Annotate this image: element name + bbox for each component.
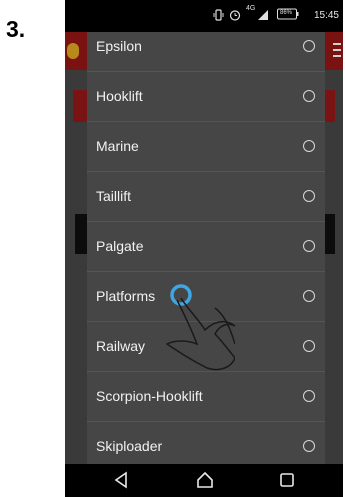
list-item-epsilon[interactable]: Epsilon — [87, 32, 325, 72]
overflow-menu-icon[interactable] — [333, 40, 341, 65]
radio-button[interactable] — [303, 390, 315, 402]
alarm-icon — [229, 9, 241, 24]
radio-button[interactable] — [303, 240, 315, 252]
list-item-hooklift[interactable]: Hooklift — [87, 72, 325, 122]
step-label: 3. — [6, 16, 26, 42]
list-item-marine[interactable]: Marine — [87, 122, 325, 172]
app-logo-icon — [67, 43, 79, 59]
radio-button[interactable] — [303, 90, 315, 102]
list-item-railway[interactable]: Railway — [87, 322, 325, 372]
list-item-scorpion-hooklift[interactable]: Scorpion-Hooklift — [87, 372, 325, 422]
vibrate-icon — [213, 9, 224, 24]
list-item-label: Hooklift — [96, 88, 143, 104]
navigation-bar — [65, 464, 343, 497]
recents-icon[interactable] — [279, 471, 295, 494]
list-item-skiploader[interactable]: Skiploader — [87, 422, 325, 464]
radio-button[interactable] — [303, 440, 315, 452]
list-item-label: Platforms — [96, 288, 156, 304]
list-item-platforms[interactable]: Platforms — [87, 272, 325, 322]
signal-icon — [257, 9, 269, 24]
radio-button[interactable] — [303, 40, 315, 52]
list-item-label: Taillift — [96, 188, 132, 204]
battery-percent: 86% — [280, 10, 293, 16]
status-bar: 4G 86% 15:45 — [65, 0, 343, 32]
vehicle-type-dialog: Epsilon Hooklift Marine Taillift Palgate… — [87, 32, 325, 464]
home-icon[interactable] — [196, 471, 214, 494]
radio-button[interactable] — [303, 190, 315, 202]
list-item-label: Epsilon — [96, 38, 142, 54]
list-item-label: Palgate — [96, 238, 144, 254]
radio-button[interactable] — [303, 290, 315, 302]
network-type: 4G — [246, 5, 256, 12]
list-item-label: Scorpion-Hooklift — [96, 388, 203, 404]
status-time: 15:45 — [313, 10, 339, 21]
list-item-label: Railway — [96, 338, 146, 354]
list-item-taillift[interactable]: Taillift — [87, 172, 325, 222]
radio-button[interactable] — [303, 140, 315, 152]
back-icon[interactable] — [113, 471, 129, 494]
phone-screen: 4G 86% 15:45 Epsilon Hooklift Marine Tai… — [65, 0, 343, 497]
radio-button[interactable] — [303, 340, 315, 352]
list-item-label: Skiploader — [96, 438, 163, 454]
list-item-label: Marine — [96, 138, 139, 154]
list-item-palgate[interactable]: Palgate — [87, 222, 325, 272]
